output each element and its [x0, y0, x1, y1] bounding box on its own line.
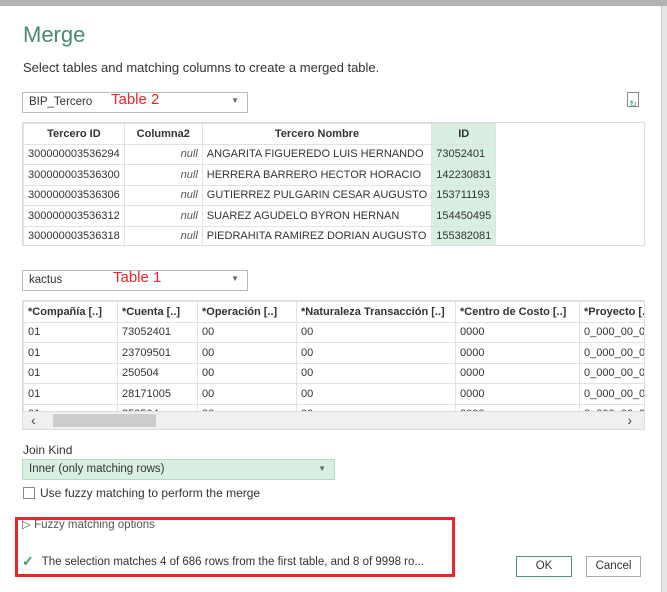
table-cell: 300000003536318	[23, 225, 125, 245]
table-cell: 00	[197, 342, 297, 364]
table-cell: null	[123, 164, 203, 186]
table-cell: 300000003536312	[23, 205, 125, 227]
ok-button[interactable]: OK	[516, 556, 572, 577]
table-cell: 142230831	[431, 164, 497, 186]
table-cell: 155382081	[431, 225, 497, 245]
table-row: 300000003536318 null PIEDRAHITA RAMIREZ DO…	[23, 225, 497, 245]
dialog-subtitle: Select tables and matching columns to cr…	[23, 60, 380, 75]
table-cell: 0_000_00_0	[579, 342, 644, 364]
table-row: 300000003536312 null SUAREZ AGUDELO BYRON …	[23, 205, 497, 227]
column-header[interactable]: Columna2	[123, 123, 203, 145]
table-cell: 250504	[117, 362, 198, 384]
horizontal-scrollbar[interactable]: ‹ ›	[23, 411, 644, 429]
table-cell: 0_000_00_0	[579, 362, 644, 384]
table-cell: 23709501	[117, 342, 198, 364]
column-header[interactable]: *Proyecto [..	[579, 301, 644, 323]
fuzzy-options-toggle[interactable]: ▷ Fuzzy matching options	[22, 517, 155, 531]
column-header[interactable]: *Cuenta [..]	[117, 301, 198, 323]
chevron-down-icon: ▼	[231, 274, 239, 283]
column-header[interactable]: ID	[431, 123, 497, 145]
refresh-preview-icon[interactable]: ↻	[627, 92, 639, 109]
table-row: 300000003536294 null ANGARITA FIGUEREDO LU…	[23, 143, 497, 165]
table-cell: 0_000_00_0	[579, 383, 644, 405]
table2-annotation: Table 2	[111, 91, 160, 108]
column-header[interactable]: *Naturaleza Transacción [..]	[296, 301, 456, 323]
table-cell: 300000003536294	[23, 143, 125, 165]
table-cell: 00	[197, 383, 297, 405]
table-row: 01 73052401 00 00 0000 0_000_00_0	[23, 321, 644, 343]
fuzzy-checkbox-label: Use fuzzy matching to perform the merge	[40, 486, 261, 500]
table-cell: 300000003536306	[23, 184, 125, 206]
join-kind-value: Inner (only matching rows)	[29, 463, 165, 475]
table-row: 300000003536306 null GUTIERREZ PULGARIN CE…	[23, 184, 497, 206]
table2-dropdown-value: BIP_Tercero	[29, 96, 93, 108]
scroll-left-icon[interactable]: ‹	[31, 412, 36, 428]
table-cell: 00	[296, 342, 456, 364]
table-cell: 153711193	[431, 184, 497, 206]
table-cell: null	[123, 225, 203, 245]
join-kind-select[interactable]: Inner (only matching rows) ▼	[22, 459, 335, 480]
chevron-down-icon: ▼	[318, 464, 326, 473]
table-cell: PIEDRAHITA RAMIREZ DORIAN AUGUSTO	[201, 225, 433, 245]
scroll-right-icon[interactable]: ›	[627, 412, 632, 428]
vertical-scrollbar[interactable]	[661, 6, 667, 592]
table-cell: 0000	[455, 362, 580, 384]
table-cell: 0000	[455, 342, 580, 364]
table-cell: HERRERA BARRERO HECTOR HORACIO	[201, 164, 433, 186]
table-cell: 00	[296, 321, 456, 343]
table-cell: 00	[296, 362, 456, 384]
table-cell: 300000003536300	[23, 164, 125, 186]
table2-preview: Tercero ID Columna2 Tercero Nombre ID 300000…	[22, 122, 645, 246]
cancel-button[interactable]: Cancel	[586, 556, 641, 577]
table-cell: 00	[296, 383, 456, 405]
table1-preview: *Compañía [..] *Cuenta [..] *Operación [..…	[22, 300, 645, 430]
expand-triangle-icon: ▷	[22, 519, 31, 531]
column-header[interactable]: *Operación [..]	[197, 301, 297, 323]
table-cell: 01	[23, 321, 118, 343]
scrollbar-thumb[interactable]	[53, 414, 156, 427]
dialog-title: Merge	[23, 22, 86, 47]
checkmark-icon: ✓	[22, 553, 34, 569]
chevron-down-icon: ▼	[231, 96, 239, 105]
fuzzy-checkbox[interactable]: Use fuzzy matching to perform the merge	[23, 486, 260, 500]
fuzzy-options-label: Fuzzy matching options	[34, 519, 155, 531]
table-cell: 01	[23, 383, 118, 405]
table1-dropdown-value: kactus	[29, 274, 63, 286]
table-cell: 73052401	[431, 143, 497, 165]
table2-grid: Tercero ID Columna2 Tercero Nombre ID 300000…	[23, 123, 497, 245]
table-row: 01 28171005 00 00 0000 0_000_00_0	[23, 383, 644, 405]
table1-grid: *Compañía [..] *Cuenta [..] *Operación [..…	[23, 301, 644, 425]
table-cell: 01	[23, 342, 118, 364]
table-row: 300000003536300 null HERRERA BARRERO HECTO…	[23, 164, 497, 186]
checkbox-box[interactable]	[23, 487, 35, 499]
table1-annotation: Table 1	[113, 269, 162, 286]
column-header[interactable]: Tercero Nombre	[201, 123, 433, 145]
table-cell: 0000	[455, 321, 580, 343]
join-kind-label: Join Kind	[23, 443, 73, 457]
table-cell: null	[123, 184, 203, 206]
table-cell: 01	[23, 362, 118, 384]
table-row: 01 23709501 00 00 0000 0_000_00_0	[23, 342, 644, 364]
table-cell: 28171005	[117, 383, 198, 405]
status-text: The selection matches 4 of 686 rows from…	[41, 555, 424, 568]
table-cell: null	[123, 205, 203, 227]
table-row: 01250504000000000_000_00_0	[23, 362, 644, 384]
table-cell: 00	[197, 321, 297, 343]
column-header[interactable]: Tercero ID	[23, 123, 125, 145]
window-top-bar	[0, 0, 667, 6]
table-cell: 00	[197, 362, 297, 384]
status-message: ✓ The selection matches 4 of 686 rows fr…	[22, 553, 424, 570]
table-cell: GUTIERREZ PULGARIN CESAR AUGUSTO	[201, 184, 433, 206]
table-cell: SUAREZ AGUDELO BYRON HERNAN	[201, 205, 433, 227]
table-cell: 0000	[455, 383, 580, 405]
table-cell: null	[123, 143, 203, 165]
table-cell: 0_000_00_0	[579, 321, 644, 343]
table-cell: 73052401	[117, 321, 198, 343]
column-header[interactable]: *Compañía [..]	[23, 301, 118, 323]
column-header[interactable]: *Centro de Costo [..]	[455, 301, 580, 323]
table-cell: ANGARITA FIGUEREDO LUIS HERNANDO	[201, 143, 433, 165]
table-cell: 154450495	[431, 205, 497, 227]
